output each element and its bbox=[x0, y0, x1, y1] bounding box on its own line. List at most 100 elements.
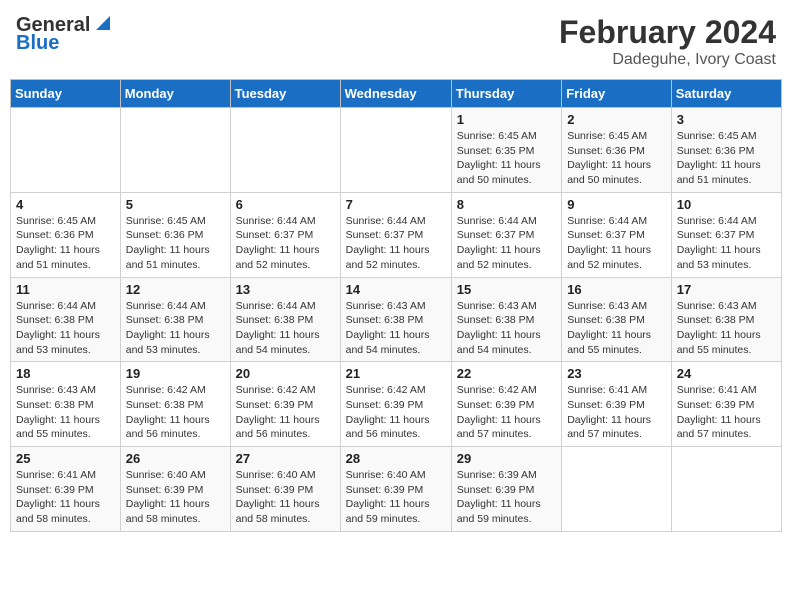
day-info: Sunrise: 6:45 AM Sunset: 6:35 PM Dayligh… bbox=[457, 129, 556, 188]
title-area: February 2024 Dadeguhe, Ivory Coast bbox=[559, 14, 776, 69]
day-info: Sunrise: 6:44 AM Sunset: 6:37 PM Dayligh… bbox=[346, 214, 446, 273]
header-day-thursday: Thursday bbox=[451, 80, 561, 108]
day-info: Sunrise: 6:43 AM Sunset: 6:38 PM Dayligh… bbox=[457, 299, 556, 358]
calendar-cell: 23 Sunrise: 6:41 AM Sunset: 6:39 PM Dayli… bbox=[562, 362, 672, 447]
calendar-cell: 21Sunrise: 6:42 AM Sunset: 6:39 PM Dayli… bbox=[340, 362, 451, 447]
header-day-friday: Friday bbox=[562, 80, 672, 108]
day-info: Sunrise: 6:42 AM Sunset: 6:39 PM Dayligh… bbox=[457, 383, 556, 442]
day-info: Sunrise: 6:40 AM Sunset: 6:39 PM Dayligh… bbox=[346, 468, 446, 527]
day-info: Sunrise: 6:45 AM Sunset: 6:36 PM Dayligh… bbox=[16, 214, 115, 273]
day-info: Sunrise: 6:43 AM Sunset: 6:38 PM Dayligh… bbox=[346, 299, 446, 358]
day-info: Sunrise: 6:45 AM Sunset: 6:36 PM Dayligh… bbox=[677, 129, 776, 188]
day-info: Sunrise: 6:44 AM Sunset: 6:37 PM Dayligh… bbox=[236, 214, 335, 273]
day-number: 11 bbox=[16, 282, 115, 297]
calendar-cell: 6 Sunrise: 6:44 AM Sunset: 6:37 PM Daylig… bbox=[230, 192, 340, 277]
calendar-cell: 26 Sunrise: 6:40 AM Sunset: 6:39 PM Dayli… bbox=[120, 447, 230, 532]
calendar-cell: 24 Sunrise: 6:41 AM Sunset: 6:39 PM Dayli… bbox=[671, 362, 781, 447]
day-number: 1 bbox=[457, 112, 556, 127]
calendar-cell: 2 Sunrise: 6:45 AM Sunset: 6:36 PM Daylig… bbox=[562, 108, 672, 193]
day-number: 24 bbox=[677, 366, 776, 381]
calendar-cell: 20 Sunrise: 6:42 AM Sunset: 6:39 PM Dayli… bbox=[230, 362, 340, 447]
logo-icon bbox=[92, 12, 114, 34]
sub-title: Dadeguhe, Ivory Coast bbox=[559, 51, 776, 69]
day-info: Sunrise: 6:44 AM Sunset: 6:38 PM Dayligh… bbox=[236, 299, 335, 358]
day-info: Sunrise: 6:44 AM Sunset: 6:37 PM Dayligh… bbox=[567, 214, 666, 273]
day-number: 10 bbox=[677, 197, 776, 212]
day-info: Sunrise: 6:40 AM Sunset: 6:39 PM Dayligh… bbox=[236, 468, 335, 527]
day-number: 5 bbox=[126, 197, 225, 212]
calendar-cell bbox=[120, 108, 230, 193]
day-number: 3 bbox=[677, 112, 776, 127]
day-info: Sunrise: 6:41 AM Sunset: 6:39 PM Dayligh… bbox=[677, 383, 776, 442]
logo-blue-text: Blue bbox=[16, 32, 59, 54]
day-info: Sunrise: 6:39 AM Sunset: 6:39 PM Dayligh… bbox=[457, 468, 556, 527]
day-info: Sunrise: 6:42 AM Sunset: 6:39 PM Dayligh… bbox=[236, 383, 335, 442]
day-number: 8 bbox=[457, 197, 556, 212]
week-row-1: 1 Sunrise: 6:45 AM Sunset: 6:35 PM Daylig… bbox=[11, 108, 782, 193]
day-number: 26 bbox=[126, 451, 225, 466]
day-number: 13 bbox=[236, 282, 335, 297]
day-number: 16 bbox=[567, 282, 666, 297]
calendar-table: SundayMondayTuesdayWednesdayThursdayFrid… bbox=[10, 79, 782, 532]
day-number: 19 bbox=[126, 366, 225, 381]
day-number: 14 bbox=[346, 282, 446, 297]
day-number: 2 bbox=[567, 112, 666, 127]
day-info: Sunrise: 6:44 AM Sunset: 6:37 PM Dayligh… bbox=[677, 214, 776, 273]
calendar-cell: 10 Sunrise: 6:44 AM Sunset: 6:37 PM Dayli… bbox=[671, 192, 781, 277]
header-row: SundayMondayTuesdayWednesdayThursdayFrid… bbox=[11, 80, 782, 108]
calendar-cell: 1 Sunrise: 6:45 AM Sunset: 6:35 PM Daylig… bbox=[451, 108, 561, 193]
calendar-cell: 12 Sunrise: 6:44 AM Sunset: 6:38 PM Dayli… bbox=[120, 277, 230, 362]
calendar-cell: 16Sunrise: 6:43 AM Sunset: 6:38 PM Dayli… bbox=[562, 277, 672, 362]
day-info: Sunrise: 6:42 AM Sunset: 6:39 PM Dayligh… bbox=[346, 383, 446, 442]
header: General Blue February 2024 Dadeguhe, Ivo… bbox=[10, 10, 782, 73]
day-number: 12 bbox=[126, 282, 225, 297]
day-number: 17 bbox=[677, 282, 776, 297]
day-number: 9 bbox=[567, 197, 666, 212]
day-number: 7 bbox=[346, 197, 446, 212]
calendar-cell: 18Sunrise: 6:43 AM Sunset: 6:38 PM Dayli… bbox=[11, 362, 121, 447]
day-info: Sunrise: 6:45 AM Sunset: 6:36 PM Dayligh… bbox=[567, 129, 666, 188]
day-info: Sunrise: 6:41 AM Sunset: 6:39 PM Dayligh… bbox=[567, 383, 666, 442]
calendar-cell: 17 Sunrise: 6:43 AM Sunset: 6:38 PM Dayli… bbox=[671, 277, 781, 362]
calendar-cell bbox=[562, 447, 672, 532]
day-number: 15 bbox=[457, 282, 556, 297]
calendar-cell: 11 Sunrise: 6:44 AM Sunset: 6:38 PM Dayli… bbox=[11, 277, 121, 362]
calendar-cell bbox=[230, 108, 340, 193]
calendar-cell: 5Sunrise: 6:45 AM Sunset: 6:36 PM Daylig… bbox=[120, 192, 230, 277]
week-row-5: 25 Sunrise: 6:41 AM Sunset: 6:39 PM Dayli… bbox=[11, 447, 782, 532]
header-day-sunday: Sunday bbox=[11, 80, 121, 108]
day-info: Sunrise: 6:42 AM Sunset: 6:38 PM Dayligh… bbox=[126, 383, 225, 442]
calendar-cell: 19 Sunrise: 6:42 AM Sunset: 6:38 PM Dayli… bbox=[120, 362, 230, 447]
calendar-cell: 14 Sunrise: 6:43 AM Sunset: 6:38 PM Dayli… bbox=[340, 277, 451, 362]
day-number: 25 bbox=[16, 451, 115, 466]
header-day-wednesday: Wednesday bbox=[340, 80, 451, 108]
calendar-cell: 13 Sunrise: 6:44 AM Sunset: 6:38 PM Dayli… bbox=[230, 277, 340, 362]
day-number: 4 bbox=[16, 197, 115, 212]
day-info: Sunrise: 6:40 AM Sunset: 6:39 PM Dayligh… bbox=[126, 468, 225, 527]
calendar-cell: 28 Sunrise: 6:40 AM Sunset: 6:39 PM Dayli… bbox=[340, 447, 451, 532]
calendar-cell: 3 Sunrise: 6:45 AM Sunset: 6:36 PM Daylig… bbox=[671, 108, 781, 193]
day-info: Sunrise: 6:41 AM Sunset: 6:39 PM Dayligh… bbox=[16, 468, 115, 527]
week-row-4: 18Sunrise: 6:43 AM Sunset: 6:38 PM Dayli… bbox=[11, 362, 782, 447]
calendar-cell: 8 Sunrise: 6:44 AM Sunset: 6:37 PM Daylig… bbox=[451, 192, 561, 277]
day-number: 20 bbox=[236, 366, 335, 381]
header-day-tuesday: Tuesday bbox=[230, 80, 340, 108]
day-info: Sunrise: 6:44 AM Sunset: 6:37 PM Dayligh… bbox=[457, 214, 556, 273]
logo: General Blue bbox=[16, 14, 114, 54]
day-number: 6 bbox=[236, 197, 335, 212]
day-info: Sunrise: 6:44 AM Sunset: 6:38 PM Dayligh… bbox=[126, 299, 225, 358]
header-day-monday: Monday bbox=[120, 80, 230, 108]
week-row-2: 4 Sunrise: 6:45 AM Sunset: 6:36 PM Daylig… bbox=[11, 192, 782, 277]
week-row-3: 11 Sunrise: 6:44 AM Sunset: 6:38 PM Dayli… bbox=[11, 277, 782, 362]
calendar-cell bbox=[671, 447, 781, 532]
day-number: 29 bbox=[457, 451, 556, 466]
day-number: 28 bbox=[346, 451, 446, 466]
day-info: Sunrise: 6:43 AM Sunset: 6:38 PM Dayligh… bbox=[677, 299, 776, 358]
calendar-cell: 22Sunrise: 6:42 AM Sunset: 6:39 PM Dayli… bbox=[451, 362, 561, 447]
day-info: Sunrise: 6:44 AM Sunset: 6:38 PM Dayligh… bbox=[16, 299, 115, 358]
day-number: 27 bbox=[236, 451, 335, 466]
calendar-cell bbox=[11, 108, 121, 193]
calendar-cell: 9 Sunrise: 6:44 AM Sunset: 6:37 PM Daylig… bbox=[562, 192, 672, 277]
day-number: 23 bbox=[567, 366, 666, 381]
day-info: Sunrise: 6:43 AM Sunset: 6:38 PM Dayligh… bbox=[16, 383, 115, 442]
